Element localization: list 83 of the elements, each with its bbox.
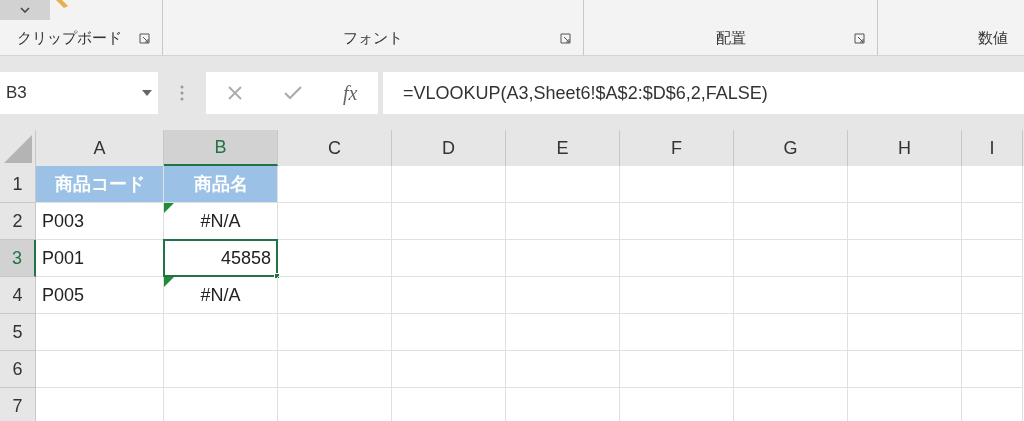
row-header[interactable]: 2 [0, 203, 36, 240]
column-header[interactable]: D [392, 130, 506, 166]
group-label: 数値 [978, 27, 1008, 48]
empty-cell[interactable] [962, 351, 1023, 388]
cancel-icon[interactable] [226, 85, 243, 101]
chevron-down-icon [20, 7, 30, 13]
name-box[interactable]: B3 [0, 72, 158, 114]
group-label: クリップボード [17, 27, 122, 48]
empty-cell[interactable] [506, 203, 620, 240]
dialog-launcher-icon[interactable] [854, 32, 865, 44]
empty-cell[interactable] [506, 351, 620, 388]
empty-cell[interactable] [278, 314, 392, 351]
caret-down-icon [142, 90, 152, 96]
empty-cell[interactable] [620, 240, 734, 277]
empty-cell[interactable] [620, 277, 734, 314]
empty-cell[interactable] [278, 240, 392, 277]
empty-cell[interactable] [392, 314, 506, 351]
row-header[interactable]: 6 [0, 351, 36, 388]
empty-cell[interactable] [962, 203, 1023, 240]
column-header[interactable]: E [506, 130, 620, 166]
empty-cell[interactable] [392, 203, 506, 240]
empty-cell[interactable] [848, 166, 962, 203]
fill-handle[interactable] [274, 273, 280, 279]
check-icon[interactable] [283, 86, 302, 100]
empty-cell[interactable] [164, 351, 278, 388]
table-cell[interactable]: 45858 [164, 240, 277, 276]
group-label: フォント [343, 27, 403, 48]
group-label: 配置 [715, 27, 746, 48]
empty-cell[interactable] [392, 351, 506, 388]
empty-cell[interactable] [278, 203, 392, 240]
column-header[interactable]: H [848, 130, 962, 166]
empty-cell[interactable] [392, 240, 506, 277]
empty-cell[interactable] [962, 277, 1023, 314]
row-header[interactable]: 5 [0, 314, 36, 351]
empty-cell[interactable] [734, 166, 848, 203]
drag-handle-icon[interactable] [180, 85, 184, 101]
empty-cell[interactable] [164, 314, 278, 351]
empty-cell[interactable] [848, 351, 962, 388]
empty-cell[interactable] [620, 314, 734, 351]
empty-cell[interactable] [620, 351, 734, 388]
empty-cell[interactable] [734, 240, 848, 277]
empty-cell[interactable] [392, 277, 506, 314]
table-cell[interactable]: P003 [36, 203, 163, 239]
empty-cell[interactable] [734, 351, 848, 388]
row-header[interactable]: 7 [0, 388, 36, 421]
table-cell[interactable]: #N/A [164, 277, 277, 313]
formula-field[interactable]: =VLOOKUP(A3,Sheet6!$A$2:$D$6,2,FALSE) [383, 72, 1024, 114]
dialog-launcher-icon[interactable] [139, 32, 150, 44]
empty-cell[interactable] [278, 351, 392, 388]
empty-cell[interactable] [734, 277, 848, 314]
dialog-launcher-icon[interactable] [560, 32, 571, 44]
row-header[interactable]: 3 [0, 240, 36, 277]
empty-cell[interactable] [620, 166, 734, 203]
empty-cell[interactable] [962, 240, 1023, 277]
table-cell[interactable]: P001 [36, 240, 163, 276]
dropdown-button[interactable] [0, 0, 50, 20]
empty-cell[interactable] [848, 240, 962, 277]
column-header[interactable]: I [962, 130, 1023, 166]
empty-cell[interactable] [278, 277, 392, 314]
row-header[interactable]: 1 [0, 166, 36, 203]
row-header[interactable]: 4 [0, 277, 36, 314]
empty-cell[interactable] [506, 166, 620, 203]
empty-cell[interactable] [620, 203, 734, 240]
column-header[interactable]: C [278, 130, 392, 166]
empty-cell[interactable] [506, 314, 620, 351]
empty-cell[interactable] [734, 314, 848, 351]
empty-cell[interactable] [848, 277, 962, 314]
empty-cell[interactable] [962, 314, 1023, 351]
table-cell[interactable]: #N/A [164, 203, 277, 239]
triangle-icon [4, 135, 32, 163]
column-header[interactable]: B [164, 130, 278, 166]
empty-cell[interactable] [734, 203, 848, 240]
column-header[interactable]: F [620, 130, 734, 166]
empty-cell[interactable] [392, 166, 506, 203]
table-cell[interactable]: P005 [36, 277, 163, 313]
error-indicator-icon[interactable] [164, 277, 174, 287]
column-header[interactable]: G [734, 130, 848, 166]
insert-function-button[interactable]: fx [342, 78, 358, 108]
empty-cell[interactable] [506, 240, 620, 277]
empty-cell[interactable] [962, 166, 1023, 203]
empty-cell[interactable] [848, 314, 962, 351]
empty-cell[interactable] [848, 203, 962, 240]
empty-cell[interactable] [506, 277, 620, 314]
